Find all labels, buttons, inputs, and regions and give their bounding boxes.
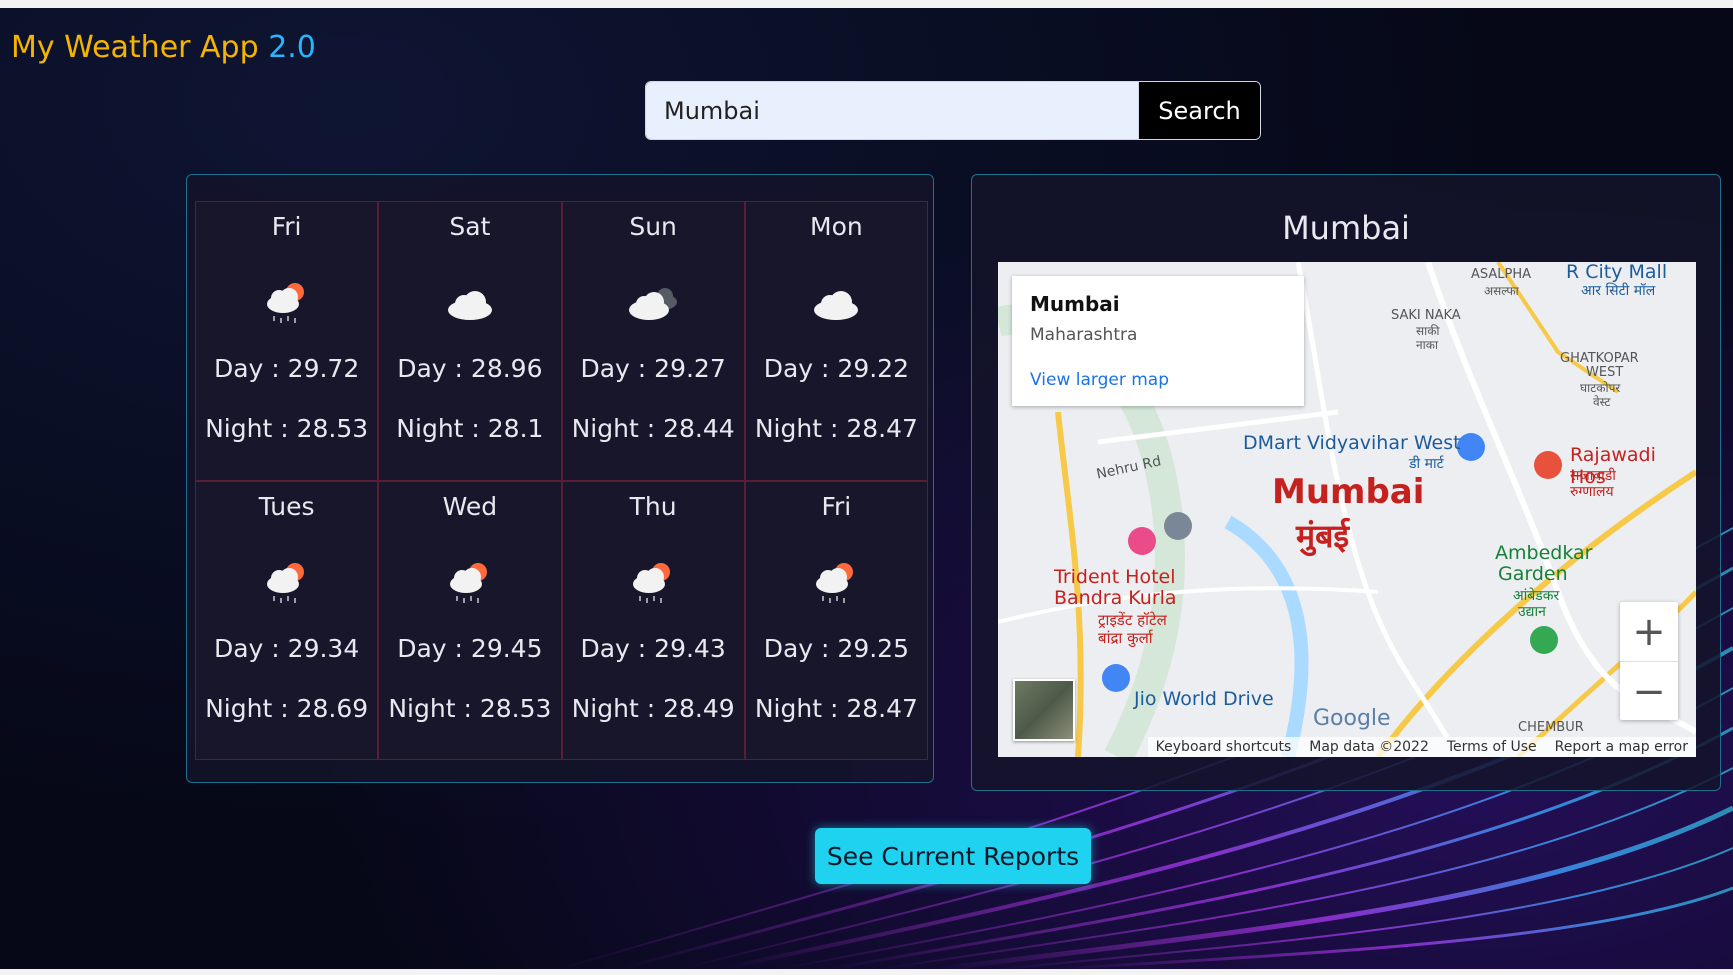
clouds-icon (629, 288, 678, 320)
map-label-dmart-hi: डी मार्ट (1409, 456, 1444, 472)
forecast-day: Fri (271, 212, 302, 241)
map-label-chembur: CHEMBUR (1518, 720, 1584, 735)
search-bar: Search (645, 81, 1261, 140)
zoom-controls: + − (1620, 602, 1678, 720)
search-button[interactable]: Search (1138, 82, 1260, 139)
forecast-day: Mon (810, 212, 863, 241)
forecast-grid: Fri Day : 29.72 Night : 28.53 Sat Day : … (195, 201, 928, 760)
report-map-error-link[interactable]: Report a map error (1555, 739, 1688, 755)
forecast-day: Sun (629, 212, 677, 241)
map-label-trident-hi: ट्राइडेंट हॉटेल (1098, 611, 1167, 629)
map-label-sakinaka-hi2: नाका (1416, 338, 1439, 352)
bottom-border (0, 969, 1733, 975)
night-temperature: Night : 28.49 (571, 693, 735, 723)
cloud-rain-sun-icon (266, 283, 304, 323)
forecast-day: Tues (258, 491, 315, 521)
map-title: Mumbai (1282, 209, 1410, 247)
map-info-region: Maharashtra (1030, 325, 1138, 345)
map-label-ghatkopar-hi2: वेस्ट (1593, 395, 1611, 409)
day-temperature: Day : 29.43 (580, 633, 726, 663)
app-title-text: My Weather App (11, 30, 259, 65)
night-temperature: Night : 28.47 (754, 693, 918, 723)
map-label-rcity-hi: आर सिटी मॉल (1581, 283, 1656, 299)
cloud-rain-sun-icon (449, 562, 487, 603)
night-temperature: Night : 28.53 (205, 414, 369, 443)
day-temperature: Day : 29.72 (213, 354, 360, 383)
night-temperature: Night : 28.53 (388, 693, 552, 723)
app-version: 2.0 (268, 30, 316, 65)
cloud-rain-sun-icon (266, 562, 304, 603)
app-title: My Weather App 2.0 (11, 30, 316, 65)
satellite-toggle[interactable] (1013, 679, 1075, 741)
map-label-ambedkar: Ambedkar (1495, 542, 1593, 564)
forecast-day: Thu (629, 491, 677, 521)
map-label-sakinaka: SAKI NAKA (1391, 308, 1461, 323)
map-label-trident: Trident Hotel (1054, 566, 1176, 588)
day-temperature: Day : 28.96 (397, 354, 543, 383)
map-label-city: Mumbai (1272, 472, 1425, 512)
forecast-day: Sat (449, 212, 491, 241)
map-label-bandra-kurla: Bandra Kurla (1054, 587, 1177, 609)
forecast-panel: Fri Day : 29.72 Night : 28.53 Sat Day : … (186, 174, 934, 783)
cloud-icon (447, 291, 492, 320)
forecast-card: Mon Day : 29.22 Night : 28.47 (744, 201, 928, 481)
map-label-ghatkopar: GHATKOPAR (1560, 351, 1639, 366)
map-info-name: Mumbai (1030, 292, 1120, 316)
day-temperature: Day : 29.45 (397, 633, 543, 663)
zoom-in-button[interactable]: + (1620, 602, 1678, 661)
night-temperature: Night : 28.44 (571, 414, 735, 443)
map-data-text: Map data ©2022 (1309, 739, 1429, 755)
map-label-rcity: R City Mall (1566, 262, 1668, 283)
cloud-icon (814, 291, 859, 320)
map-label-garden: Garden (1498, 563, 1568, 585)
day-temperature: Day : 29.22 (763, 354, 909, 383)
search-input[interactable] (646, 82, 1138, 139)
map-label-dmart: DMart Vidyavihar West (1243, 432, 1461, 454)
forecast-day: Wed (442, 491, 498, 521)
forecast-card: Thu Day : 29.43 Night : 28.49 (561, 480, 745, 760)
forecast-day: Fri (821, 491, 852, 521)
map-label-rajawadi-hi2: रुग्णालय (1570, 484, 1614, 500)
map-label-asalpha: ASALPHA (1471, 267, 1532, 282)
map-info-card: Mumbai Maharashtra View larger map (1012, 276, 1304, 406)
forecast-card: Wed Day : 29.45 Night : 28.53 (378, 480, 562, 760)
night-temperature: Night : 28.69 (205, 693, 369, 723)
map-attribution: Keyboard shortcuts Map data ©2022 Terms … (1147, 737, 1696, 757)
day-temperature: Day : 29.25 (763, 633, 909, 663)
terms-of-use-link[interactable]: Terms of Use (1447, 739, 1537, 755)
map-label-ghatkopar-west: WEST (1586, 365, 1624, 380)
see-current-reports-button[interactable]: See Current Reports (815, 828, 1091, 884)
map-label-city-hi: मुंबई (1296, 517, 1350, 555)
map-label-bandra-kurla-hi: बांद्रा कुर्ला (1098, 629, 1153, 647)
day-temperature: Day : 29.27 (580, 354, 726, 383)
forecast-card: Fri Day : 29.25 Night : 28.47 (744, 480, 928, 760)
night-temperature: Night : 28.1 (396, 414, 544, 443)
keyboard-shortcuts-link[interactable]: Keyboard shortcuts (1156, 739, 1292, 755)
map-embed[interactable]: DMart Vidyavihar West डी मार्ट Mumbai मु… (998, 262, 1696, 757)
day-temperature: Day : 29.34 (213, 633, 360, 663)
google-logo: Google (1313, 706, 1391, 731)
cloud-rain-sun-icon (633, 562, 671, 603)
forecast-card: Sat Day : 28.96 Night : 28.1 (378, 201, 562, 481)
map-label-asalpha-hi: असल्फा (1484, 284, 1519, 298)
map-label-udyan-hi: उद्यान (1518, 604, 1546, 620)
zoom-out-button[interactable]: − (1620, 662, 1678, 721)
night-temperature: Night : 28.47 (754, 414, 918, 443)
forecast-card: Tues Day : 29.34 Night : 28.69 (195, 480, 379, 760)
view-larger-map-link[interactable]: View larger map (1030, 370, 1169, 390)
map-panel: Mumbai DMart Vidyavihar West डी मार्ट Mu… (971, 174, 1721, 791)
cloud-rain-sun-icon (816, 562, 854, 603)
forecast-card: Fri Day : 29.72 Night : 28.53 (195, 201, 379, 481)
map-label-jio: Jio World Drive (1134, 688, 1274, 710)
top-border (0, 0, 1733, 8)
forecast-card: Sun Day : 29.27 Night : 28.44 (561, 201, 745, 481)
